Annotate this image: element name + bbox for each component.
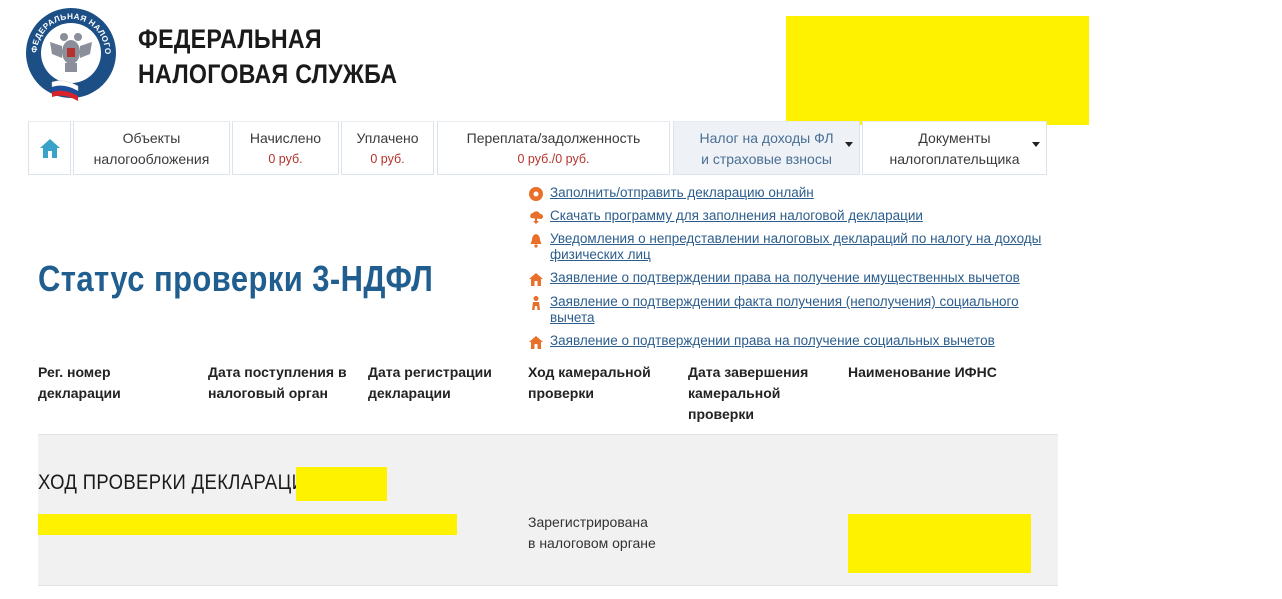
audit-status: Зарегистрирована в налоговом органе bbox=[528, 512, 656, 554]
fns-logo[interactable]: ФЕДЕРАЛЬНАЯ НАЛОГОВАЯ СЛУЖБА bbox=[19, 0, 118, 102]
house-icon bbox=[529, 336, 543, 349]
redacted-ifns-name bbox=[848, 514, 1031, 573]
tab-income-tax[interactable]: Налог на доходы ФЛ и страховые взносы bbox=[673, 121, 860, 175]
link-text[interactable]: Заявление о подтверждении факта получени… bbox=[550, 294, 1050, 326]
person-icon bbox=[532, 296, 540, 310]
brand-line-2: НАЛОГОВАЯ СЛУЖБА bbox=[138, 59, 398, 89]
link-text[interactable]: Скачать программу для заполнения налогов… bbox=[550, 208, 923, 224]
link-notifications[interactable]: Уведомления о непредставлении налоговых … bbox=[528, 231, 1050, 263]
column-header-completion-date: Дата завершения камеральной проверки bbox=[688, 364, 809, 422]
chevron-down-icon bbox=[845, 142, 853, 147]
tab-accrued[interactable]: Начислено 0 руб. bbox=[232, 121, 339, 175]
status-line-1: Зарегистрирована bbox=[528, 514, 648, 530]
redacted-reg-number bbox=[38, 514, 457, 535]
redacted-year bbox=[296, 467, 387, 501]
tab-amount: 0 руб. bbox=[268, 152, 303, 166]
download-cloud-icon bbox=[530, 211, 544, 224]
house-icon bbox=[529, 273, 543, 286]
page-title: Статус проверки 3-НДФЛ bbox=[38, 258, 434, 299]
tab-amount: 0 руб. bbox=[370, 152, 405, 166]
redacted-user-block bbox=[786, 16, 1089, 125]
column-header-registration-date: Дата регистрации декларации bbox=[368, 364, 492, 401]
link-text[interactable]: Заявление о подтверждении права на получ… bbox=[550, 270, 1020, 286]
disc-icon bbox=[529, 187, 543, 201]
status-line-2: в налоговом органе bbox=[528, 535, 656, 551]
bell-icon bbox=[530, 234, 542, 248]
tab-taxable-objects[interactable]: Объекты налогообложения bbox=[73, 121, 230, 175]
link-text[interactable]: Заявление о подтверждении права на получ… bbox=[550, 333, 995, 349]
link-fill-declaration[interactable]: Заполнить/отправить декларацию онлайн bbox=[528, 185, 814, 202]
home-icon bbox=[40, 139, 60, 158]
tab-label: Переплата/задолженность bbox=[466, 130, 641, 146]
tab-label: Начислено bbox=[249, 130, 322, 146]
link-text[interactable]: Заполнить/отправить декларацию онлайн bbox=[550, 185, 814, 201]
link-text[interactable]: Уведомления о непредставлении налоговых … bbox=[550, 231, 1050, 263]
column-header-receipt-date: Дата поступления в налоговый орган bbox=[208, 364, 347, 401]
column-header-ifns-name: Наименование ИФНС bbox=[848, 364, 997, 380]
tab-label: Налог на доходы ФЛ bbox=[699, 130, 834, 146]
link-social-deduction-right[interactable]: Заявление о подтверждении права на получ… bbox=[528, 333, 995, 350]
brand-name: ФЕДЕРАЛЬНАЯ НАЛОГОВАЯ СЛУЖБА bbox=[138, 22, 397, 92]
tab-label-2: и страховые взносы bbox=[701, 151, 832, 167]
chevron-down-icon bbox=[1032, 142, 1040, 147]
tab-label-2: налогоплательщика bbox=[889, 151, 1020, 167]
tab-label: Объекты bbox=[122, 130, 181, 146]
tab-paid[interactable]: Уплачено 0 руб. bbox=[341, 121, 434, 175]
column-header-audit-progress: Ход камеральной проверки bbox=[528, 364, 651, 401]
link-social-deduction-fact[interactable]: Заявление о подтверждении факта получени… bbox=[528, 294, 1050, 326]
tab-amount: 0 руб./0 руб. bbox=[517, 152, 590, 166]
home-button[interactable] bbox=[28, 121, 71, 175]
tab-label-2: налогообложения bbox=[93, 151, 210, 167]
brand-line-1: ФЕДЕРАЛЬНАЯ bbox=[138, 24, 322, 54]
link-download-program[interactable]: Скачать программу для заполнения налогов… bbox=[528, 208, 923, 225]
column-header-reg-number: Рег. номер декларации bbox=[38, 364, 121, 401]
tab-documents[interactable]: Документы налогоплательщика bbox=[862, 121, 1047, 175]
link-property-deduction[interactable]: Заявление о подтверждении права на получ… bbox=[528, 270, 1020, 287]
tab-overpayment-debt[interactable]: Переплата/задолженность 0 руб./0 руб. bbox=[437, 121, 670, 175]
tab-label: Уплачено bbox=[356, 130, 419, 146]
tab-label: Документы bbox=[918, 130, 991, 146]
